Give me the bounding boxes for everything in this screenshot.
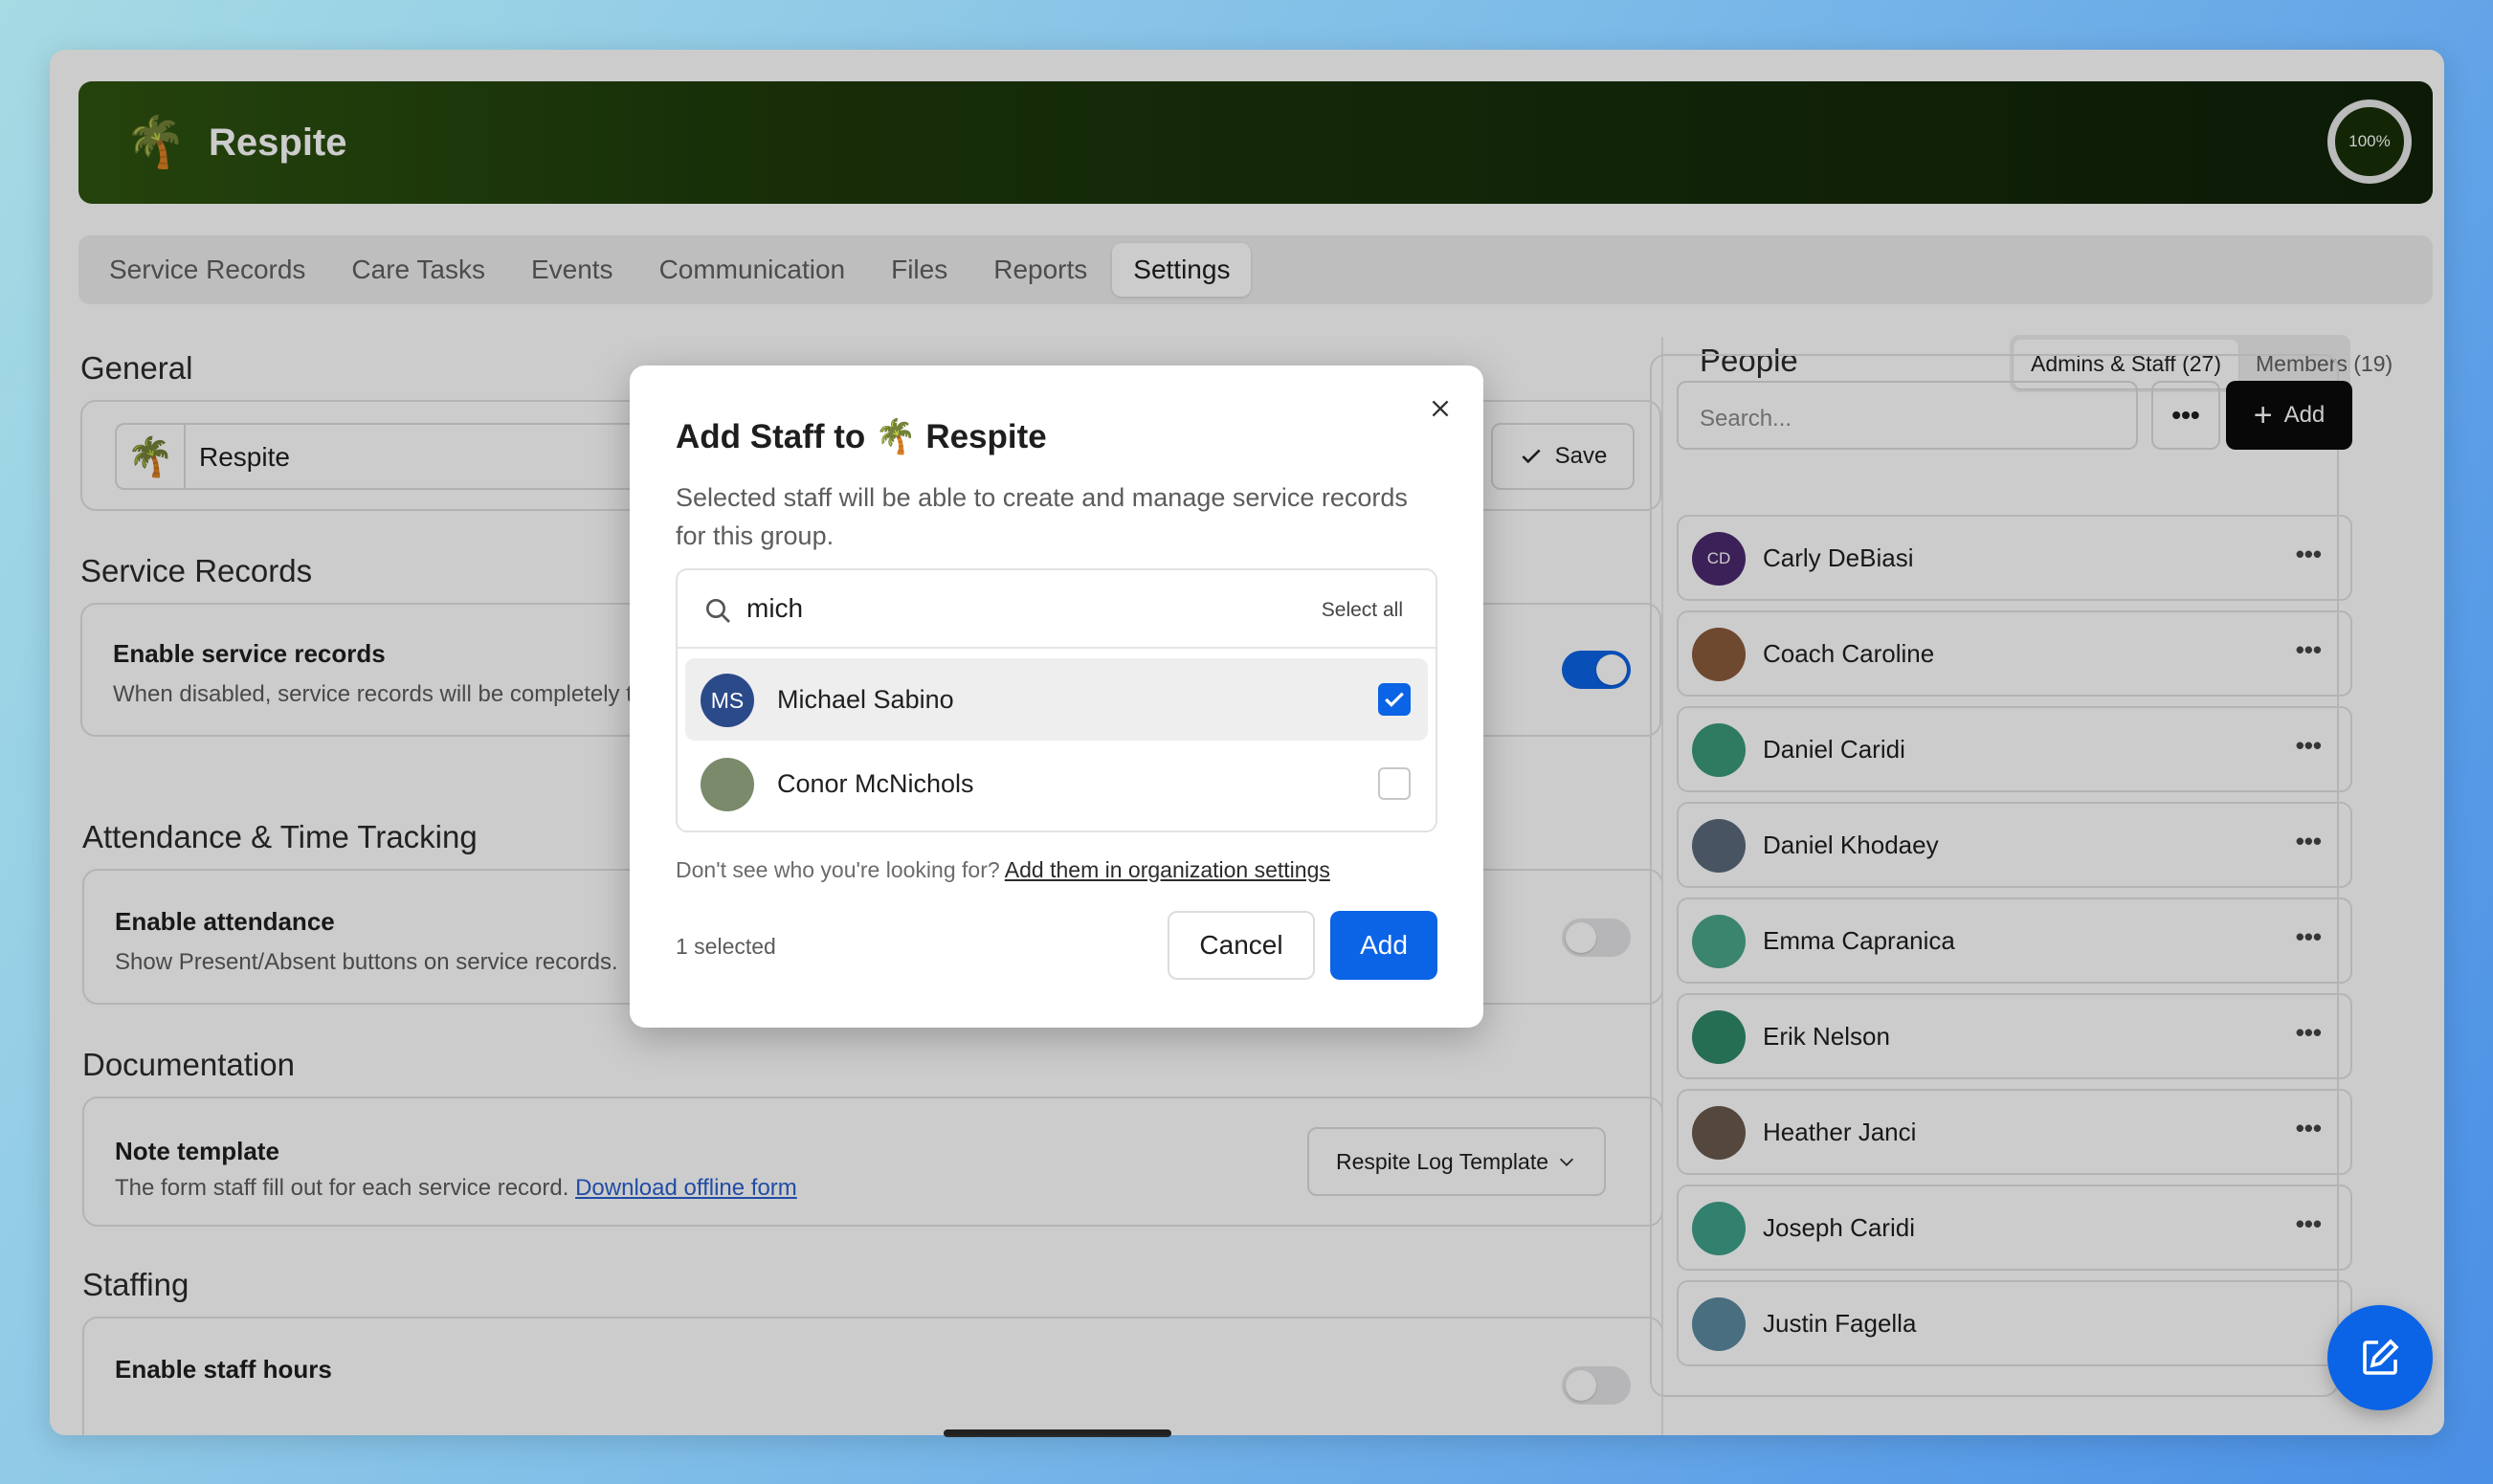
- list-item[interactable]: Conor McNichols: [685, 742, 1428, 825]
- staff-name: Conor McNichols: [777, 769, 974, 798]
- add-button[interactable]: Add: [1330, 911, 1437, 980]
- staff-checkbox[interactable]: [1378, 683, 1411, 716]
- staff-name: Michael Sabino: [777, 685, 954, 714]
- organization-settings-link[interactable]: Add them in organization settings: [1005, 857, 1330, 882]
- staff-search-field[interactable]: mich Select all: [678, 570, 1436, 649]
- selected-count: 1 selected: [676, 934, 776, 959]
- search-icon: [706, 599, 730, 623]
- hint-text: Don't see who you're looking for?: [676, 857, 1000, 882]
- add-staff-dialog: Add Staff to 🌴 Respite Selected staff wi…: [630, 365, 1483, 1028]
- close-icon[interactable]: [1428, 392, 1453, 430]
- staff-results-list: mich Select all MS Michael Sabino Conor …: [676, 568, 1437, 832]
- avatar: [701, 758, 754, 811]
- dialog-title: Add Staff to 🌴 Respite: [676, 418, 1047, 455]
- dialog-hint: Don't see who you're looking for? Add th…: [676, 857, 1330, 883]
- cancel-button[interactable]: Cancel: [1168, 911, 1315, 980]
- staff-search-input[interactable]: mich: [746, 593, 803, 624]
- check-icon: [1385, 692, 1404, 707]
- compose-button[interactable]: [2327, 1305, 2433, 1410]
- select-all-button[interactable]: Select all: [1322, 599, 1403, 622]
- staff-checkbox[interactable]: [1378, 767, 1411, 800]
- dialog-description: Selected staff will be able to create an…: [676, 483, 1408, 550]
- avatar: MS: [701, 674, 754, 727]
- edit-icon: [2363, 1339, 2399, 1375]
- list-item[interactable]: MS Michael Sabino: [685, 658, 1428, 741]
